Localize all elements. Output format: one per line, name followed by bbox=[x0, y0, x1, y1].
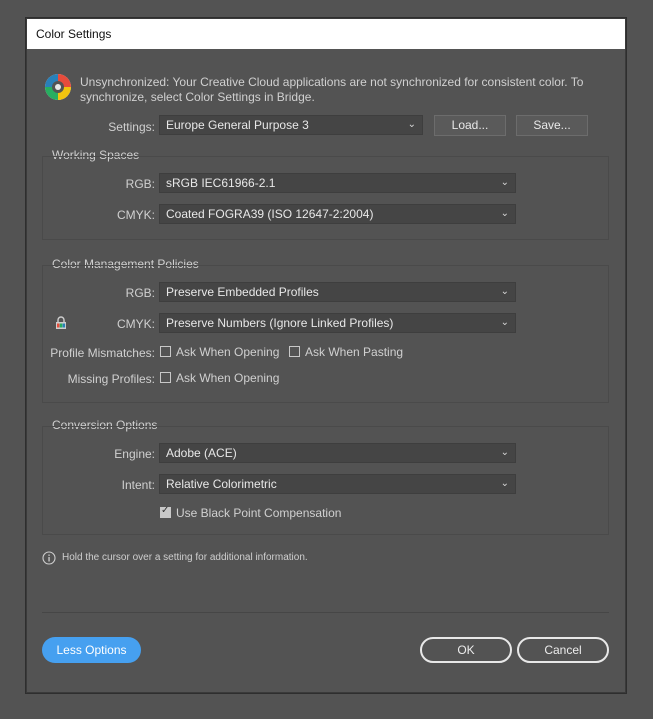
sync-message-line1: Unsynchronized: Your Creative Cloud appl… bbox=[80, 75, 584, 89]
chevron-down-icon: ⌄ bbox=[500, 478, 509, 489]
policies-rgb-select[interactable]: Preserve Embedded Profiles ⌄ bbox=[159, 282, 516, 302]
intent-value: Relative Colorimetric bbox=[166, 477, 277, 491]
policies-rgb-value: Preserve Embedded Profiles bbox=[166, 285, 319, 299]
less-options-button[interactable]: Less Options bbox=[42, 637, 141, 663]
mismatch-ask-pasting-checkbox[interactable] bbox=[289, 346, 300, 357]
settings-select[interactable]: Europe General Purpose 3 ⌄ bbox=[159, 115, 423, 135]
cancel-button[interactable]: Cancel bbox=[517, 637, 609, 663]
settings-select-value: Europe General Purpose 3 bbox=[166, 118, 309, 132]
working-cmyk-select[interactable]: Coated FOGRA39 (ISO 12647-2:2004) ⌄ bbox=[159, 204, 516, 224]
chevron-down-icon: ⌄ bbox=[500, 447, 509, 458]
working-rgb-label: RGB: bbox=[125, 177, 155, 191]
save-button[interactable]: Save... bbox=[516, 115, 588, 136]
intent-label: Intent: bbox=[121, 478, 155, 492]
chevron-down-icon: ⌄ bbox=[407, 119, 416, 130]
chevron-down-icon: ⌄ bbox=[500, 317, 509, 328]
missing-profiles-label: Missing Profiles: bbox=[67, 372, 155, 386]
policies-cmyk-select[interactable]: Preserve Numbers (Ignore Linked Profiles… bbox=[159, 313, 516, 333]
working-cmyk-label: CMYK: bbox=[116, 208, 155, 222]
load-button[interactable]: Load... bbox=[434, 115, 506, 136]
intent-select[interactable]: Relative Colorimetric ⌄ bbox=[159, 474, 516, 494]
engine-label: Engine: bbox=[114, 447, 155, 461]
black-point-compensation-label[interactable]: Use Black Point Compensation bbox=[176, 506, 341, 520]
sync-message-line2: synchronize, select Color Settings in Br… bbox=[80, 90, 315, 104]
working-spaces-group bbox=[42, 156, 609, 240]
chevron-down-icon: ⌄ bbox=[500, 208, 509, 219]
dialog-title: Color Settings bbox=[27, 19, 625, 49]
engine-value: Adobe (ACE) bbox=[166, 446, 237, 460]
engine-select[interactable]: Adobe (ACE) ⌄ bbox=[159, 443, 516, 463]
policies-cmyk-value: Preserve Numbers (Ignore Linked Profiles… bbox=[166, 316, 394, 330]
policies-cmyk-label: CMYK: bbox=[116, 317, 155, 331]
settings-label: Settings: bbox=[108, 120, 155, 134]
profile-mismatches-label: Profile Mismatches: bbox=[50, 346, 155, 360]
chevron-down-icon: ⌄ bbox=[500, 177, 509, 188]
lock-icon bbox=[54, 316, 68, 330]
policies-rgb-label: RGB: bbox=[125, 286, 155, 300]
missing-ask-opening-checkbox[interactable] bbox=[160, 372, 171, 383]
working-rgb-select[interactable]: sRGB IEC61966-2.1 ⌄ bbox=[159, 173, 516, 193]
color-settings-dialog: Color Settings Unsynchronized: Your Crea… bbox=[26, 18, 626, 693]
missing-ask-opening-label[interactable]: Ask When Opening bbox=[176, 371, 279, 385]
info-text: Hold the cursor over a setting for addit… bbox=[62, 552, 308, 563]
mismatch-ask-opening-checkbox[interactable] bbox=[160, 346, 171, 357]
working-rgb-value: sRGB IEC61966-2.1 bbox=[166, 176, 276, 190]
ok-button[interactable]: OK bbox=[420, 637, 512, 663]
color-sync-icon bbox=[44, 73, 72, 101]
mismatch-ask-opening-label[interactable]: Ask When Opening bbox=[176, 345, 279, 359]
chevron-down-icon: ⌄ bbox=[500, 286, 509, 297]
black-point-compensation-checkbox[interactable] bbox=[160, 505, 171, 518]
mismatch-ask-pasting-label[interactable]: Ask When Pasting bbox=[305, 345, 403, 359]
footer-divider bbox=[42, 612, 609, 613]
working-cmyk-value: Coated FOGRA39 (ISO 12647-2:2004) bbox=[166, 207, 374, 221]
info-icon bbox=[42, 551, 56, 565]
